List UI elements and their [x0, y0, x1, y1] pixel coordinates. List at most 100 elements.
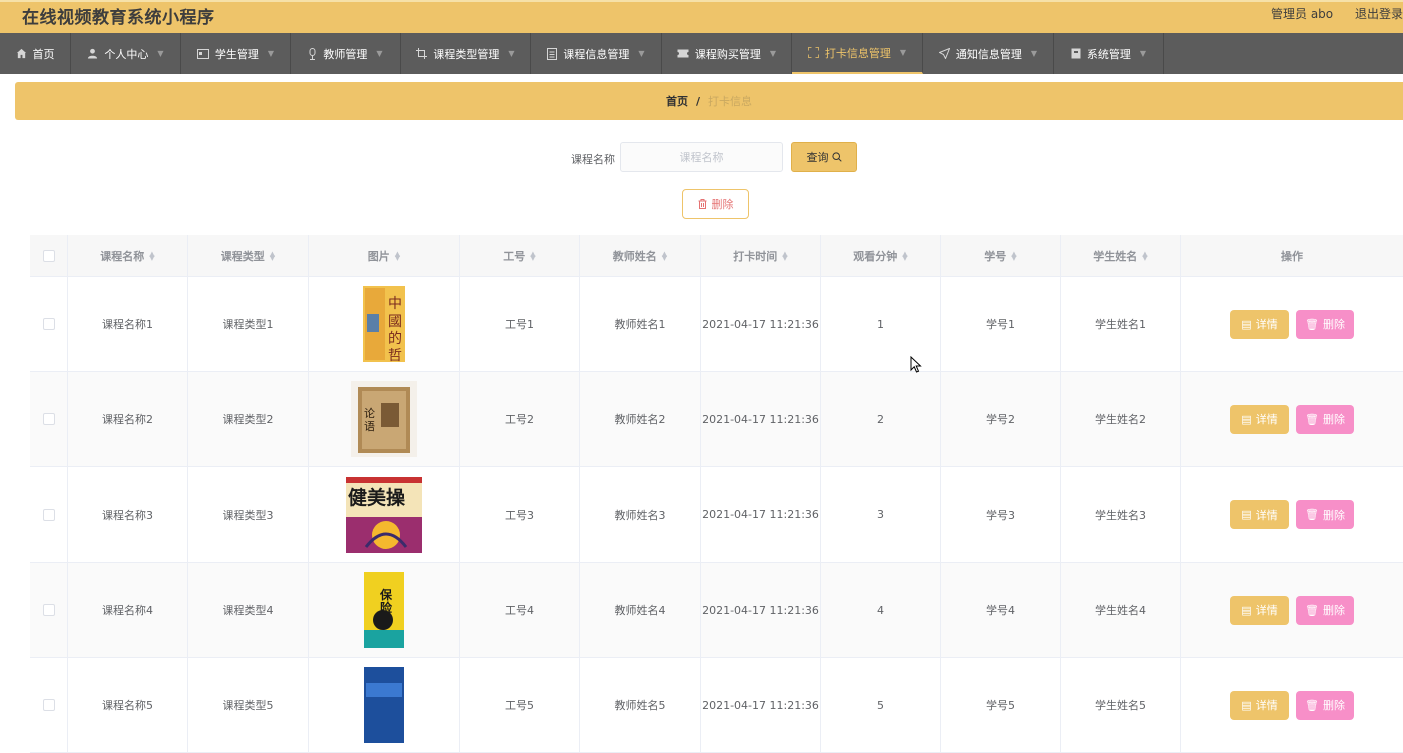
- nav-item-course-type-management[interactable]: 课程类型管理 ▼: [401, 33, 531, 74]
- sort-icon[interactable]: ▲ ▼: [149, 250, 154, 261]
- column-header-student-name[interactable]: 学生姓名 ▲ ▼: [1061, 235, 1181, 276]
- column-label: 打卡时间: [733, 249, 778, 263]
- student-id-cell: 学号3: [941, 467, 1061, 562]
- column-header-teacher-id[interactable]: 工号 ▲ ▼: [460, 235, 580, 276]
- svg-text:语: 语: [364, 420, 375, 433]
- chevron-down-icon: ▼: [769, 49, 777, 58]
- column-header-image[interactable]: 图片 ▲ ▼: [309, 235, 460, 276]
- app-title: 在线视频教育系统小程序: [22, 8, 215, 28]
- delete-button[interactable]: 🗑 删除: [1296, 309, 1354, 339]
- column-header-teacher-name[interactable]: 教师姓名 ▲ ▼: [580, 235, 701, 276]
- trash-icon: 🗑: [1305, 317, 1319, 331]
- column-header-course-name[interactable]: 课程名称 ▲ ▼: [68, 235, 188, 276]
- book-cover-image[interactable]: 中 國 的 哲: [351, 286, 417, 362]
- svg-text:國: 國: [388, 314, 402, 330]
- document-icon: ▤: [1241, 698, 1252, 712]
- search-button[interactable]: 查询: [791, 142, 857, 172]
- row-select-cell: [30, 372, 68, 466]
- book-cover-image[interactable]: [351, 667, 417, 743]
- column-header-watch-minutes[interactable]: 观看分钟 ▲ ▼: [821, 235, 941, 276]
- course-type-cell: 课程类型3: [188, 467, 309, 562]
- teacher-id-cell: 工号2: [460, 372, 580, 466]
- delete-label: 删除: [1322, 413, 1345, 426]
- teacher-name-cell: 教师姓名3: [580, 467, 701, 562]
- nav-label: 教师管理: [323, 47, 368, 61]
- detail-label: 详情: [1255, 699, 1278, 712]
- detail-button[interactable]: ▤ 详情: [1230, 690, 1289, 720]
- sort-icon[interactable]: ▲ ▼: [782, 250, 787, 261]
- delete-button[interactable]: 🗑 删除: [1296, 595, 1354, 625]
- sort-icon[interactable]: ▲ ▼: [270, 250, 275, 261]
- svg-text:健美操: 健美操: [348, 486, 406, 509]
- row-checkbox[interactable]: [42, 508, 55, 521]
- nav-item-teacher-management[interactable]: 教师管理 ▼: [291, 33, 401, 74]
- delete-button[interactable]: 🗑 删除: [1296, 404, 1354, 434]
- row-checkbox[interactable]: [42, 699, 55, 711]
- row-select-cell: [30, 563, 68, 657]
- breadcrumb-home[interactable]: 首页: [666, 93, 688, 109]
- nav-item-system-management[interactable]: 系统管理 ▼: [1054, 33, 1164, 74]
- breadcrumb: 首页 / 打卡信息: [15, 82, 1403, 120]
- detail-button[interactable]: ▤ 详情: [1230, 500, 1289, 529]
- row-checkbox[interactable]: [42, 413, 55, 425]
- column-header-course-type[interactable]: 课程类型 ▲ ▼: [188, 235, 309, 276]
- actions-cell: ▤ 详情 🗑 删除: [1181, 658, 1403, 752]
- student-id-cell: 学号5: [941, 658, 1061, 752]
- teacher-id-cell: 工号5: [460, 658, 580, 752]
- row-checkbox[interactable]: [42, 318, 55, 330]
- document-icon: ▤: [1241, 603, 1252, 617]
- teacher-id-cell: 工号3: [460, 467, 580, 562]
- book-cover-image[interactable]: 论 语: [351, 381, 417, 457]
- image-cell: 中 國 的 哲: [309, 277, 460, 371]
- sort-icon[interactable]: ▲ ▼: [902, 250, 907, 261]
- sort-icon[interactable]: ▲ ▼: [1011, 250, 1016, 261]
- row-checkbox[interactable]: [42, 604, 55, 616]
- course-type-cell: 课程类型1: [188, 277, 309, 371]
- student-name-cell: 学生姓名5: [1061, 658, 1181, 752]
- image-cell: 论 语: [309, 372, 460, 466]
- course-name-cell: 课程名称1: [68, 277, 188, 371]
- sort-icon[interactable]: ▲ ▼: [1142, 250, 1147, 261]
- teacher-name-cell: 教师姓名4: [580, 563, 701, 657]
- batch-delete-button[interactable]: 删除: [682, 189, 749, 219]
- nav-label: 课程信息管理: [563, 47, 630, 61]
- document-icon: ▤: [1241, 317, 1252, 331]
- nav-item-personal-center[interactable]: 个人中心 ▼: [71, 33, 181, 74]
- book-cover-image[interactable]: 健美操: [346, 476, 422, 553]
- column-header-student-id[interactable]: 学号 ▲ ▼: [941, 235, 1061, 276]
- search-label: 课程名称: [571, 153, 615, 166]
- admin-user-label[interactable]: 管理员 abo: [1271, 7, 1333, 21]
- student-id-cell: 学号2: [941, 372, 1061, 466]
- column-header-checkin-time[interactable]: 打卡时间 ▲ ▼: [701, 235, 821, 276]
- book-cover-image[interactable]: 保 险: [351, 572, 417, 648]
- detail-button[interactable]: ▤ 详情: [1230, 595, 1289, 625]
- nav-item-checkin-management[interactable]: 打卡信息管理 ▼: [792, 33, 923, 74]
- detail-button[interactable]: ▤ 详情: [1230, 309, 1289, 339]
- delete-button[interactable]: 🗑 删除: [1296, 500, 1354, 529]
- teacher-id-cell: 工号1: [460, 277, 580, 371]
- watch-minutes-cell: 3: [821, 467, 941, 562]
- teacher-name-cell: 教师姓名1: [580, 277, 701, 371]
- nav-label: 课程类型管理: [433, 47, 500, 61]
- image-cell: 保 险: [309, 563, 460, 657]
- logout-link[interactable]: 退出登录: [1355, 7, 1403, 21]
- trash-icon: 🗑: [1305, 698, 1319, 712]
- nav-item-notice-management[interactable]: 通知信息管理 ▼: [923, 33, 1054, 74]
- sort-icon[interactable]: ▲ ▼: [395, 250, 400, 261]
- trash-icon: 🗑: [1305, 603, 1319, 617]
- detail-button[interactable]: ▤ 详情: [1230, 404, 1289, 434]
- nav-item-home[interactable]: 首页: [0, 33, 71, 74]
- select-all-checkbox[interactable]: [42, 249, 55, 262]
- nav-item-course-purchase-management[interactable]: 课程购买管理 ▼: [662, 33, 792, 74]
- sort-icon[interactable]: ▲ ▼: [530, 250, 535, 261]
- nav-item-course-info-management[interactable]: 课程信息管理 ▼: [531, 33, 662, 74]
- student-name-cell: 学生姓名2: [1061, 372, 1181, 466]
- checkin-time-cell: 2021-04-17 11:21:36: [701, 277, 821, 371]
- nav-item-student-management[interactable]: 学生管理 ▼: [181, 33, 291, 74]
- chevron-down-icon: ▼: [267, 49, 275, 58]
- search-button-label: 查询: [806, 151, 829, 164]
- delete-button[interactable]: 🗑 删除: [1296, 690, 1354, 720]
- sort-icon[interactable]: ▲ ▼: [662, 250, 667, 261]
- course-name-search-input[interactable]: [620, 142, 783, 172]
- teacher-name-cell: 教师姓名5: [580, 658, 701, 752]
